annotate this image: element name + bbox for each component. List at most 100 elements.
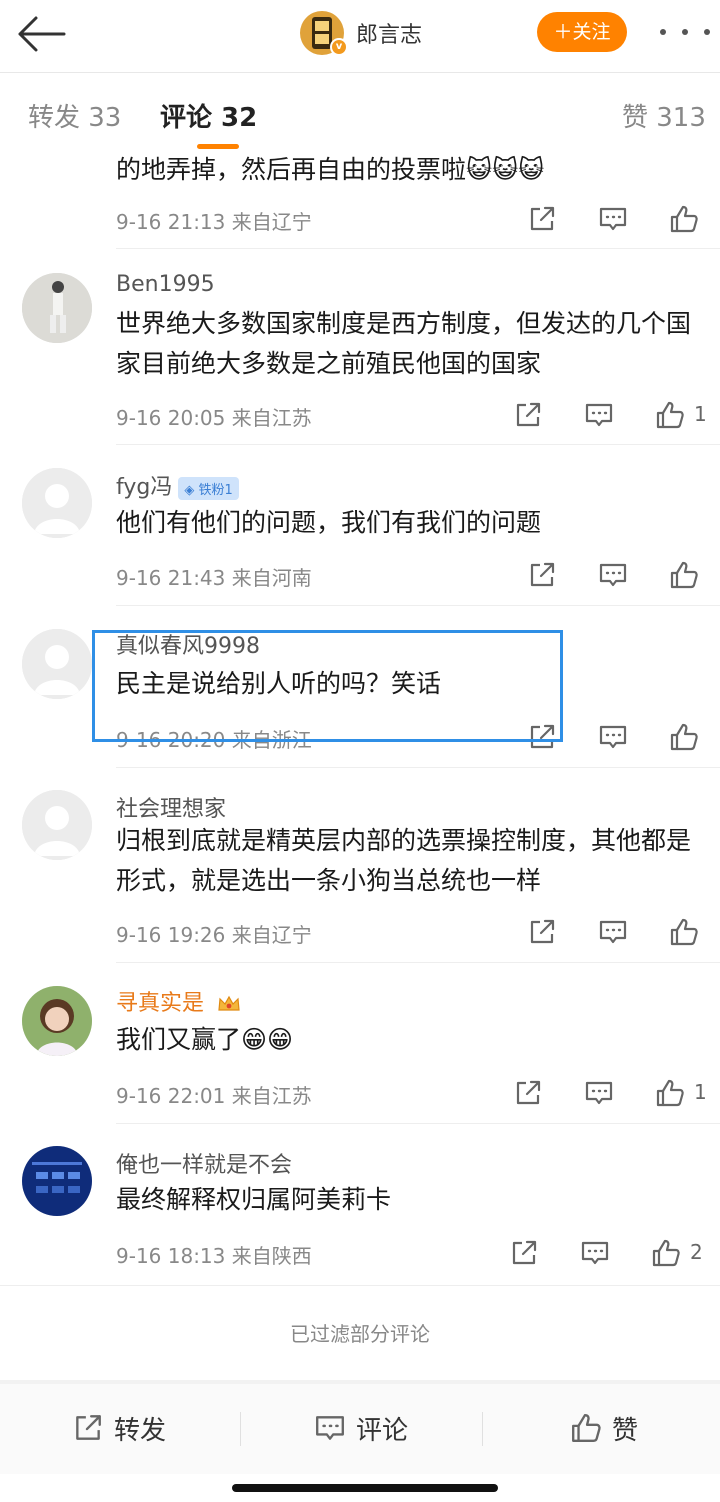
share-icon[interactable] bbox=[527, 722, 557, 752]
author-name[interactable]: 郎言志 bbox=[356, 17, 422, 49]
tab-bar: 转发 33 评论 32 赞 313 bbox=[0, 73, 720, 153]
comment-actions: 1 bbox=[513, 1078, 713, 1108]
comment-icon[interactable] bbox=[580, 1238, 610, 1268]
home-indicator[interactable] bbox=[232, 1484, 498, 1492]
comment-text: 我们又赢了😁😁 bbox=[116, 1025, 294, 1054]
commenter-name[interactable]: fyg冯 bbox=[116, 475, 172, 500]
like-icon[interactable] bbox=[655, 1078, 685, 1108]
like-button[interactable]: 赞 bbox=[570, 1408, 638, 1448]
figure-avatar-icon bbox=[22, 273, 92, 343]
comment-text: 最终解释权归属阿美莉卡 bbox=[116, 1185, 392, 1214]
follow-button[interactable]: ＋关注 bbox=[537, 12, 627, 52]
like-icon[interactable] bbox=[651, 1238, 681, 1268]
commenter-name[interactable]: Ben1995 bbox=[116, 272, 215, 297]
back-arrow-icon bbox=[18, 16, 66, 52]
commenter-name-row: 寻真实是 bbox=[116, 985, 241, 1017]
share-icon[interactable] bbox=[513, 1078, 543, 1108]
like-label: 赞 bbox=[612, 1415, 639, 1446]
like-icon bbox=[570, 1412, 602, 1444]
comment-button[interactable]: 评论 bbox=[314, 1408, 408, 1448]
like-icon[interactable] bbox=[669, 560, 699, 590]
avatar[interactable] bbox=[22, 790, 92, 860]
child-photo-avatar-icon bbox=[22, 986, 92, 1056]
comment-actions: 2 bbox=[509, 1238, 714, 1268]
comment-icon[interactable] bbox=[584, 1078, 614, 1108]
like-icon[interactable] bbox=[655, 400, 685, 430]
active-tab-indicator bbox=[197, 144, 239, 149]
commenter-name[interactable]: 寻真实是 bbox=[116, 991, 204, 1016]
tab-likes[interactable]: 赞 313 bbox=[622, 97, 706, 134]
comment-meta: 9-16 20:20 来自浙江 bbox=[116, 728, 312, 752]
comment-meta: 9-16 19:26 来自辽宁 bbox=[116, 923, 312, 947]
share-icon[interactable] bbox=[527, 560, 557, 590]
like-icon[interactable] bbox=[669, 722, 699, 752]
comment-actions bbox=[527, 204, 717, 234]
comment-meta: 9-16 22:01 来自江苏 bbox=[116, 1084, 312, 1108]
commenter-name[interactable]: 真似春风9998 bbox=[116, 628, 260, 660]
commenter-name[interactable]: 社会理想家 bbox=[116, 791, 226, 823]
tab-comments[interactable]: 评论 32 bbox=[160, 97, 257, 134]
comment-actions bbox=[527, 722, 717, 752]
divider bbox=[116, 1123, 720, 1124]
divider bbox=[116, 767, 720, 768]
share-icon[interactable] bbox=[513, 400, 543, 430]
divider bbox=[240, 1412, 241, 1446]
share-icon[interactable] bbox=[509, 1238, 539, 1268]
comment-icon[interactable] bbox=[584, 400, 614, 430]
fan-badge: ◈ 铁粉1 bbox=[178, 476, 239, 500]
share-icon bbox=[72, 1412, 104, 1444]
avatar[interactable] bbox=[22, 986, 92, 1056]
top-bar: 郎言志 v ＋关注 bbox=[0, 0, 720, 72]
divider bbox=[116, 248, 720, 249]
avatar[interactable] bbox=[22, 273, 92, 343]
comment-icon[interactable] bbox=[598, 204, 628, 234]
diagram-avatar-icon bbox=[22, 1146, 92, 1216]
repost-button[interactable]: 转发 bbox=[72, 1408, 166, 1448]
comment-icon[interactable] bbox=[598, 917, 628, 947]
avatar[interactable] bbox=[22, 629, 92, 699]
comment-text: 的地弄掉，然后再自由的投票啦😺😺😺 bbox=[116, 155, 545, 184]
comment-actions bbox=[527, 560, 717, 590]
like-count: 2 bbox=[690, 1240, 703, 1264]
comment-icon[interactable] bbox=[598, 722, 628, 752]
default-avatar-icon bbox=[22, 790, 92, 860]
more-options-button[interactable] bbox=[660, 20, 710, 44]
repost-label: 转发 bbox=[114, 1415, 167, 1446]
comment-meta: 9-16 18:13 来自陕西 bbox=[116, 1244, 312, 1268]
comment-meta: 9-16 21:43 来自河南 bbox=[116, 566, 312, 590]
tab-reposts[interactable]: 转发 33 bbox=[28, 97, 121, 134]
divider bbox=[116, 962, 720, 963]
divider bbox=[482, 1412, 483, 1446]
comment-text: 他们有他们的问题，我们有我们的问题 bbox=[116, 508, 542, 537]
comment-text: 世界绝大多数国家制度是西方制度，但发达的几个国家目前绝大多数是之前殖民他国的国家 bbox=[116, 309, 692, 378]
commenter-name-row: fyg冯 ◈ 铁粉1 bbox=[116, 469, 239, 501]
comment-actions bbox=[527, 917, 717, 947]
comment-text: 归根到底就是精英层内部的选票操控制度，其他都是形式，就是选出一条小狗当总统也一样 bbox=[116, 826, 692, 895]
avatar[interactable] bbox=[22, 1146, 92, 1216]
filtered-comments-note: 已过滤部分评论 bbox=[290, 1322, 430, 1346]
comment-icon[interactable] bbox=[598, 560, 628, 590]
avatar[interactable] bbox=[22, 468, 92, 538]
divider bbox=[0, 1285, 720, 1286]
like-count: 1 bbox=[694, 402, 707, 426]
like-count: 1 bbox=[694, 1080, 707, 1104]
comment-actions: 1 bbox=[513, 400, 713, 430]
back-button[interactable] bbox=[14, 12, 68, 56]
like-icon[interactable] bbox=[669, 204, 699, 234]
like-icon[interactable] bbox=[669, 917, 699, 947]
author-info[interactable]: 郎言志 bbox=[300, 10, 422, 56]
dot-icon bbox=[660, 29, 666, 35]
comment-icon bbox=[314, 1412, 346, 1444]
divider bbox=[116, 605, 720, 606]
crown-icon bbox=[218, 995, 240, 1011]
divider bbox=[116, 444, 720, 445]
dot-icon bbox=[704, 29, 710, 35]
default-avatar-icon bbox=[22, 629, 92, 699]
share-icon[interactable] bbox=[527, 204, 557, 234]
bottom-action-bar: 转发 评论 赞 bbox=[0, 1384, 720, 1474]
verified-icon: v bbox=[330, 38, 348, 56]
comment-label: 评论 bbox=[356, 1415, 409, 1446]
commenter-name[interactable]: 俺也一样就是不会 bbox=[116, 1147, 292, 1179]
dot-icon bbox=[682, 29, 688, 35]
share-icon[interactable] bbox=[527, 917, 557, 947]
